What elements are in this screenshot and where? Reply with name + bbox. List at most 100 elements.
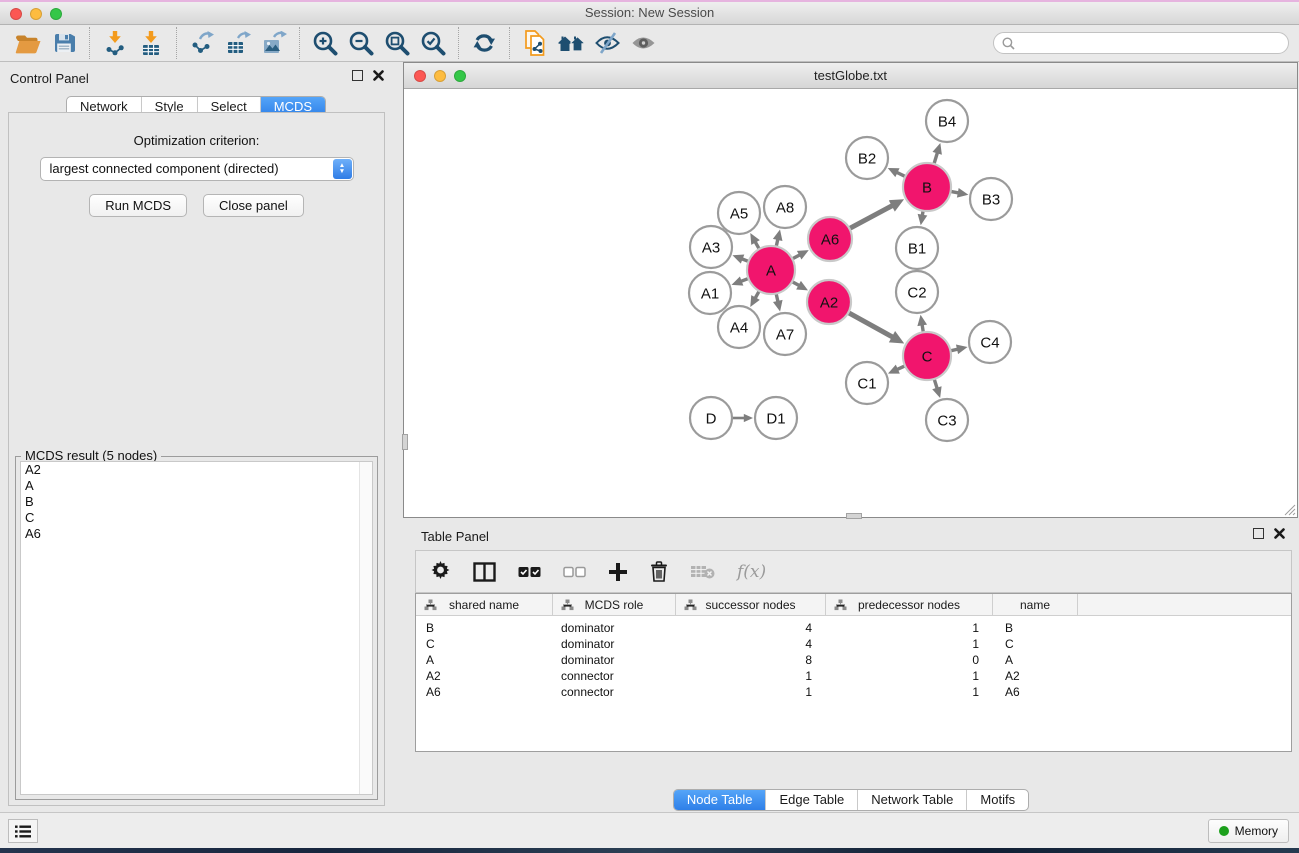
graph-edge-C-C3[interactable] [934, 379, 937, 389]
graph-node-D1[interactable]: D1 [755, 397, 797, 439]
task-history-button[interactable] [8, 819, 38, 843]
splitter-handle-left[interactable] [402, 434, 408, 450]
show-all-eye-icon[interactable] [625, 27, 661, 59]
graph-node-A2[interactable]: A2 [807, 280, 851, 324]
new-network-from-selection-icon[interactable] [517, 27, 553, 59]
network-window-titlebar[interactable]: testGlobe.txt [404, 63, 1297, 89]
graph-edge-A-A5[interactable] [755, 242, 759, 249]
tab-edge-table[interactable]: Edge Table [765, 790, 857, 810]
export-network-icon[interactable] [184, 27, 220, 59]
table-row[interactable]: Bdominator41B [416, 620, 1291, 636]
graph-node-A[interactable]: A [747, 246, 795, 294]
deselect-all-icon[interactable] [563, 566, 586, 578]
column-header-name[interactable]: name [993, 594, 1078, 615]
close-window-button[interactable] [10, 8, 22, 20]
zoom-selected-icon[interactable] [415, 27, 451, 59]
splitter-handle-bottom[interactable] [846, 513, 862, 519]
graph-node-C[interactable]: C [903, 332, 951, 380]
graph-edge-A-A1[interactable] [741, 278, 749, 281]
search-field[interactable] [993, 32, 1289, 54]
refresh-icon[interactable] [466, 27, 502, 59]
graph-node-B1[interactable]: B1 [896, 227, 938, 269]
mcds-result-item[interactable]: A2 [21, 462, 372, 478]
zoom-in-icon[interactable] [307, 27, 343, 59]
scrollbar-track[interactable] [359, 462, 372, 794]
graph-edge-A-A6[interactable] [792, 255, 800, 259]
network-canvas[interactable]: A B C A6 A2 A1A3 A4 A5 A7 A8 B1 B2 B3B4 C1 C2 C3C4 D D1 [404, 89, 1297, 517]
graph-node-D[interactable]: D [690, 397, 732, 439]
minimize-window-button[interactable] [30, 8, 42, 20]
zoom-out-icon[interactable] [343, 27, 379, 59]
table-row[interactable]: Adominator80A [416, 652, 1291, 668]
search-input[interactable] [1020, 36, 1280, 50]
graph-node-C3[interactable]: C3 [926, 399, 968, 441]
graph-node-A5[interactable]: A5 [718, 192, 760, 234]
mcds-result-item[interactable]: A6 [21, 526, 372, 542]
graph-edge-A-A3[interactable] [742, 259, 749, 262]
graph-edge-C-C1[interactable] [897, 366, 905, 370]
table-row[interactable]: A6connector11A6 [416, 684, 1291, 700]
import-network-icon[interactable] [97, 27, 133, 59]
close-panel-button[interactable]: Close panel [203, 194, 304, 217]
close-panel-icon[interactable] [373, 70, 384, 81]
memory-button[interactable]: Memory [1208, 819, 1289, 843]
tab-network-table[interactable]: Network Table [857, 790, 966, 810]
network-close-button[interactable] [414, 70, 426, 82]
graph-node-C1[interactable]: C1 [846, 362, 888, 404]
export-image-icon[interactable] [256, 27, 292, 59]
criterion-dropdown[interactable]: largest connected component (directed) ▲… [40, 157, 354, 181]
graph-node-B2[interactable]: B2 [846, 137, 888, 179]
select-all-icon[interactable] [518, 566, 541, 578]
graph-edge-A2-C[interactable] [848, 313, 893, 338]
graph-edge-B-B4[interactable] [934, 152, 938, 164]
graph-node-C4[interactable]: C4 [969, 321, 1011, 363]
graph-edge-A-A8[interactable] [776, 239, 778, 247]
hide-selected-eye-icon[interactable] [589, 27, 625, 59]
close-table-panel-icon[interactable] [1274, 528, 1285, 539]
graph-node-A4[interactable]: A4 [718, 306, 760, 348]
table-row[interactable]: A2connector11A2 [416, 668, 1291, 684]
export-table-icon[interactable] [220, 27, 256, 59]
home-icon[interactable] [553, 27, 589, 59]
graph-edge-A6-B[interactable] [849, 205, 892, 228]
graph-edge-B-B2[interactable] [897, 172, 906, 176]
network-maximize-button[interactable] [454, 70, 466, 82]
graph-node-B4[interactable]: B4 [926, 100, 968, 142]
save-session-icon[interactable] [46, 27, 82, 59]
column-header-shared-name[interactable]: shared name [416, 594, 553, 615]
mcds-result-item[interactable]: A [21, 478, 372, 494]
add-column-icon[interactable] [608, 562, 628, 582]
graph-edge-B-B3[interactable] [951, 191, 959, 193]
mcds-result-list[interactable]: A2ABCA6 [20, 461, 373, 795]
column-header-predecessor-nodes[interactable]: predecessor nodes [826, 594, 993, 615]
float-table-panel-icon[interactable] [1253, 528, 1264, 539]
resize-grip-icon[interactable] [1283, 503, 1296, 516]
graph-node-A6[interactable]: A6 [808, 217, 852, 261]
mcds-result-item[interactable]: C [21, 510, 372, 526]
mcds-result-item[interactable]: B [21, 494, 372, 510]
graph-node-A3[interactable]: A3 [690, 226, 732, 268]
graph-node-C2[interactable]: C2 [896, 271, 938, 313]
graph-node-A1[interactable]: A1 [689, 272, 731, 314]
import-table-icon[interactable] [133, 27, 169, 59]
graph-node-B3[interactable]: B3 [970, 178, 1012, 220]
graph-edge-A-A4[interactable] [755, 291, 759, 298]
graph-edge-A-A2[interactable] [792, 282, 799, 286]
graph-edge-A-A7[interactable] [776, 293, 778, 302]
column-header-mcds-role[interactable]: MCDS role [553, 594, 676, 615]
table-row[interactable]: Cdominator41C [416, 636, 1291, 652]
graph-node-A8[interactable]: A8 [764, 186, 806, 228]
graph-edge-C-C4[interactable] [950, 349, 958, 351]
column-header-successor-nodes[interactable]: successor nodes [676, 594, 826, 615]
maximize-window-button[interactable] [50, 8, 62, 20]
delete-column-trash-icon[interactable] [650, 561, 668, 582]
run-mcds-button[interactable]: Run MCDS [89, 194, 187, 217]
tab-motifs[interactable]: Motifs [966, 790, 1028, 810]
graph-node-B[interactable]: B [903, 163, 951, 211]
float-panel-icon[interactable] [352, 70, 363, 81]
graph-node-A7[interactable]: A7 [764, 313, 806, 355]
table-settings-gear-icon[interactable] [430, 561, 451, 582]
graph-edge-C-C2[interactable] [922, 324, 923, 332]
tab-node-table[interactable]: Node Table [674, 790, 766, 810]
open-file-icon[interactable] [10, 27, 46, 59]
